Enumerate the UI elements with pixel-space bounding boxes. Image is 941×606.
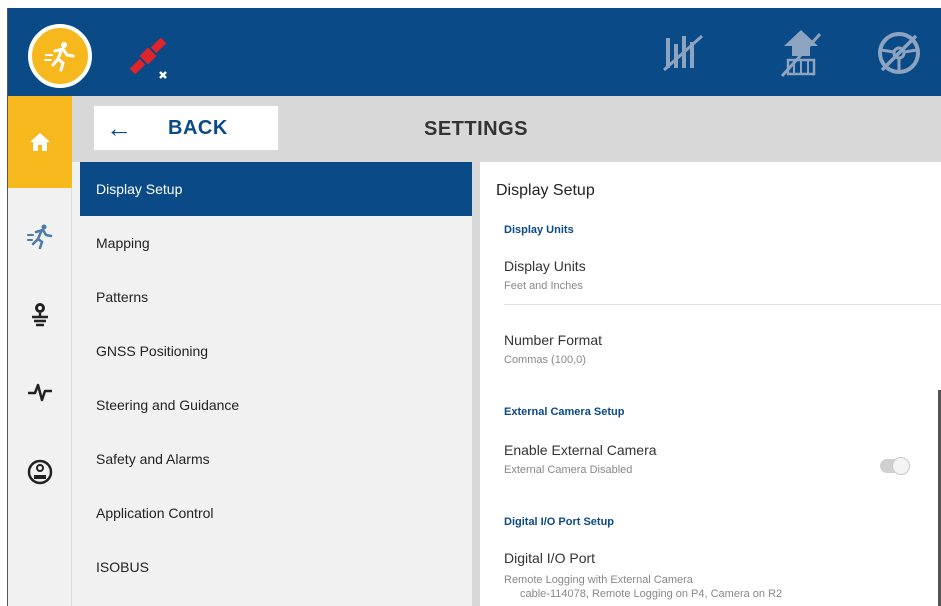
external-camera-toggle[interactable] — [880, 457, 910, 475]
detail-panel: Display Setup Display Units Display Unit… — [480, 162, 941, 606]
setting-value-line2: cable-114078, Remote Logging on P4, Came… — [520, 588, 783, 600]
nav-home[interactable] — [8, 96, 72, 188]
autosteer-icon — [44, 42, 75, 72]
nav-implement[interactable] — [8, 282, 72, 346]
menu-item-gnss-positioning[interactable]: GNSS Positioning — [80, 324, 472, 378]
top-bar — [8, 8, 941, 96]
nav-vdt[interactable] — [8, 440, 72, 504]
implement-icon — [32, 303, 48, 327]
menu-item-display-setup[interactable]: Display Setup — [80, 162, 472, 216]
settings-header: ← BACK SETTINGS — [72, 96, 941, 162]
setting-label: Display Units — [504, 258, 586, 274]
autosteer-icon — [27, 224, 53, 250]
diagnostics-pulse-icon — [28, 383, 52, 402]
app-frame: ← BACK SETTINGS Display Setup Mapping Pa… — [7, 8, 941, 606]
back-label: BACK — [168, 116, 228, 139]
setting-value: Feet and Inches — [504, 280, 583, 292]
field-boundary-icon[interactable] — [656, 26, 710, 80]
setting-label: Digital I/O Port — [504, 550, 596, 566]
section-display-units: Display Units — [504, 224, 574, 236]
menu-item-isobus[interactable]: ISOBUS — [80, 540, 472, 594]
setting-label: Number Format — [504, 332, 603, 348]
section-external-camera: External Camera Setup — [504, 406, 625, 418]
settings-menu: Display Setup Mapping Patterns GNSS Posi… — [80, 162, 472, 606]
menu-item-application-control[interactable]: Application Control — [80, 486, 472, 540]
steering-wheel-disabled-icon[interactable] — [872, 26, 926, 80]
setting-value: Remote Logging with External Camera — [504, 574, 693, 586]
panel-divider — [472, 162, 480, 606]
menu-item-steering-guidance[interactable]: Steering and Guidance — [80, 378, 472, 432]
setting-value: External Camera Disabled — [504, 464, 633, 476]
back-button[interactable]: ← BACK — [94, 106, 278, 150]
left-nav — [8, 96, 72, 606]
section-control-icon[interactable] — [774, 26, 828, 80]
menu-item-patterns[interactable]: Patterns — [80, 270, 472, 324]
menu-item-mapping[interactable]: Mapping — [80, 216, 472, 270]
section-digital-io: Digital I/O Port Setup — [504, 516, 615, 528]
gps-satellite-icon[interactable] — [124, 32, 176, 84]
detail-title: Display Setup — [496, 182, 595, 199]
setting-value: Commas (100,0) — [504, 354, 586, 366]
back-arrow-icon: ← — [106, 113, 132, 143]
setting-label: Enable External Camera — [504, 442, 657, 458]
menu-item-safety-alarms[interactable]: Safety and Alarms — [80, 432, 472, 486]
page-title: SETTINGS — [424, 118, 529, 140]
nav-diagnostics[interactable] — [8, 360, 72, 424]
home-icon — [30, 133, 50, 151]
vdt-icon — [27, 459, 53, 485]
autosteer-button[interactable] — [28, 24, 92, 88]
nav-autosteer[interactable] — [8, 204, 72, 268]
toggle-knob — [892, 457, 910, 475]
divider — [504, 304, 941, 305]
